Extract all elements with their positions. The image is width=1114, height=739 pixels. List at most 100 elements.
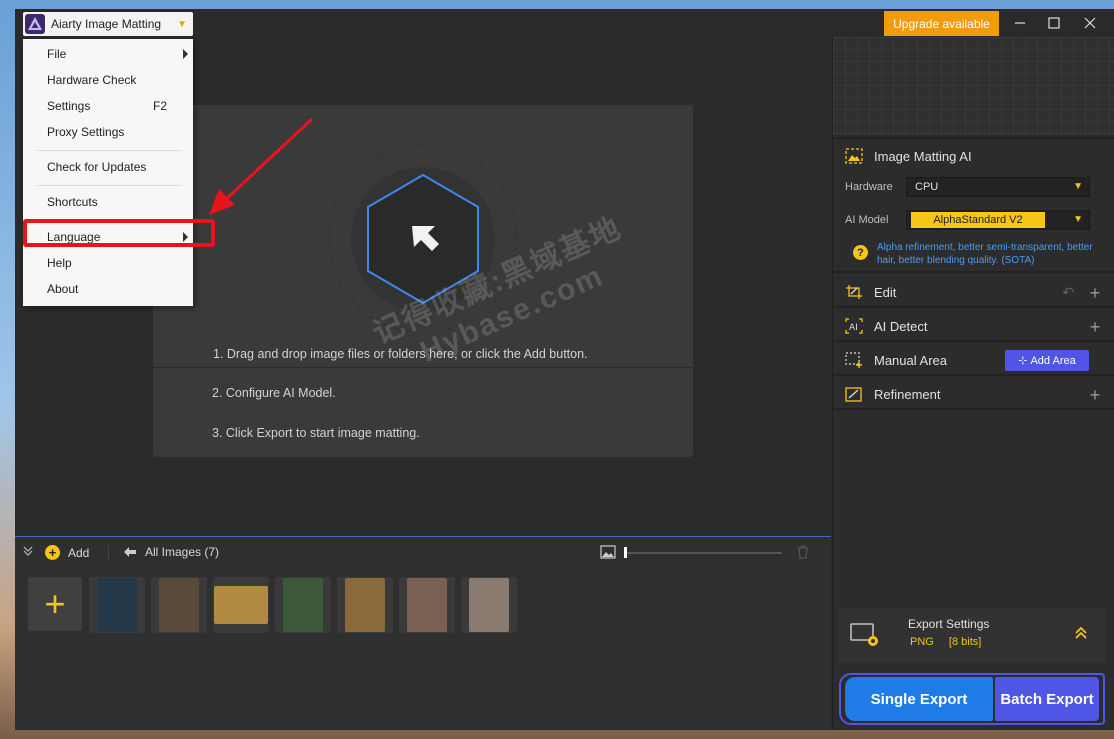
section-title: Refinement — [874, 386, 941, 402]
ai-detect-icon: AI — [845, 318, 863, 334]
image-thumbnail[interactable] — [399, 577, 455, 633]
menu-item-hardware-check[interactable]: Hardware Check — [23, 69, 193, 91]
refinement-icon — [845, 387, 862, 402]
section-title: AI Detect — [874, 318, 928, 334]
hardware-value: CPU — [915, 181, 939, 193]
menu-item-settings[interactable]: Settings F2 — [23, 95, 193, 117]
collapse-icon[interactable] — [23, 546, 33, 556]
menu-item-label: File — [47, 47, 67, 61]
image-thumbnail[interactable] — [461, 577, 517, 633]
section-title: Edit — [874, 284, 897, 300]
hardware-select[interactable]: CPU ▼ — [906, 177, 1090, 197]
image-thumbnail[interactable] — [213, 577, 269, 633]
chevron-down-icon: ▼ — [1073, 181, 1083, 192]
thumbnail-image — [159, 578, 199, 632]
export-format: PNG [8 bits] — [910, 636, 993, 648]
panel-divider — [833, 306, 1114, 308]
section-edit[interactable]: Edit — [845, 284, 896, 300]
thumbnail-image — [214, 586, 268, 624]
export-settings-icon — [850, 623, 878, 646]
single-export-button[interactable]: Single Export — [845, 677, 993, 721]
chevron-down-icon: ▼ — [177, 18, 187, 30]
expand-plus-icon[interactable]: + — [1088, 284, 1102, 302]
close-icon[interactable] — [1077, 13, 1103, 33]
add-image-tile[interactable]: + — [28, 577, 82, 631]
svg-text:AI: AI — [849, 323, 858, 333]
expand-plus-icon[interactable]: + — [1088, 386, 1102, 404]
menu-item-proxy-settings[interactable]: Proxy Settings — [23, 121, 193, 143]
image-thumbnail[interactable] — [275, 577, 331, 633]
image-thumbnail[interactable] — [151, 577, 207, 633]
add-area-button[interactable]: ⊹ Add Area — [1005, 350, 1089, 371]
bit-depth-value: [8 bits] — [948, 636, 982, 648]
section-title: Image Matting AI — [874, 148, 972, 164]
toolbar-divider — [108, 546, 109, 560]
shortcut-key: F2 — [153, 99, 168, 113]
image-matting-icon — [845, 148, 863, 164]
menu-item-label: About — [47, 282, 79, 296]
section-refinement[interactable]: Refinement — [845, 386, 940, 402]
thumbnail-size-icon[interactable] — [600, 545, 616, 559]
all-images-button[interactable]: All Images (7) — [123, 545, 219, 559]
panel-divider — [833, 374, 1114, 376]
ai-model-select[interactable]: AlphaStandard V2 ▼ — [906, 210, 1090, 230]
chevron-down-icon: ▼ — [1073, 214, 1083, 225]
thumbnail-image — [407, 578, 447, 632]
strip-toolbar: + Add All Images (7) — [15, 537, 831, 567]
submenu-arrow-icon — [183, 49, 188, 59]
upgrade-button[interactable]: Upgrade available — [884, 11, 999, 36]
thumbnail-image — [283, 578, 323, 632]
image-thumbnail[interactable] — [337, 577, 393, 633]
trash-icon[interactable] — [797, 545, 809, 559]
app-window: Aiarty Image Matting ▼ Upgrade available… — [15, 9, 1114, 730]
help-icon[interactable]: ? — [853, 245, 868, 260]
menu-item-shortcuts[interactable]: Shortcuts — [23, 191, 193, 213]
thumbnail-image — [469, 578, 509, 632]
app-dropdown-menu: File Hardware Check Settings F2 Proxy Se… — [23, 39, 193, 306]
all-images-label: All Images (7) — [145, 545, 220, 559]
minimize-icon[interactable] — [1007, 13, 1033, 33]
panel-divider — [833, 340, 1114, 342]
menu-item-about[interactable]: About — [23, 278, 193, 300]
panel-divider — [833, 408, 1114, 410]
undo-icon[interactable]: ↶ — [1062, 284, 1074, 301]
maximize-icon[interactable] — [1041, 13, 1067, 33]
app-logo-icon — [25, 14, 45, 34]
menu-item-label: Proxy Settings — [47, 125, 125, 139]
right-panel: Image Matting AI Hardware CPU ▼ AI Model… — [832, 37, 1114, 730]
edit-icon — [846, 285, 862, 299]
batch-export-button[interactable]: Batch Export — [995, 677, 1099, 721]
add-label: Add — [68, 545, 90, 560]
annotation-arrow-icon — [209, 117, 314, 215]
panel-divider — [833, 271, 1114, 273]
export-settings-title: Export Settings — [908, 617, 990, 631]
format-value: PNG — [910, 636, 934, 648]
section-title: Manual Area — [874, 352, 947, 368]
thumbnail-size-slider[interactable] — [624, 552, 782, 554]
section-image-matting: Image Matting AI — [845, 148, 972, 164]
preview-grid — [833, 37, 1114, 135]
menu-item-help[interactable]: Help — [23, 252, 193, 274]
menu-item-check-updates[interactable]: Check for Updates — [23, 156, 193, 178]
menu-divider — [37, 185, 181, 186]
menu-item-file[interactable]: File — [23, 43, 193, 65]
plus-icon: + — [45, 545, 60, 560]
chevron-up-icon[interactable] — [1074, 626, 1088, 643]
slider-handle[interactable] — [624, 547, 627, 558]
panel-divider — [833, 137, 1114, 139]
menu-item-label: Check for Updates — [47, 160, 147, 174]
image-thumbnail[interactable] — [89, 577, 145, 633]
export-settings[interactable]: Export Settings PNG [8 bits] — [838, 608, 1106, 662]
image-strip: + Add All Images (7) + — [15, 536, 831, 730]
app-menu-button[interactable]: Aiarty Image Matting ▼ — [23, 12, 193, 36]
section-manual-area[interactable]: Manual Area — [845, 352, 947, 368]
manual-area-icon — [845, 352, 862, 368]
add-button[interactable]: + Add — [45, 545, 89, 560]
expand-plus-icon[interactable]: + — [1088, 318, 1102, 336]
menu-item-label: Shortcuts — [47, 195, 98, 209]
thumbnail-image — [345, 578, 385, 632]
section-ai-detect[interactable]: AI AI Detect — [845, 318, 927, 334]
title-bar: Aiarty Image Matting ▼ Upgrade available — [15, 9, 1114, 37]
annotation-highlight-box — [23, 219, 215, 247]
back-arrow-icon — [124, 547, 136, 557]
